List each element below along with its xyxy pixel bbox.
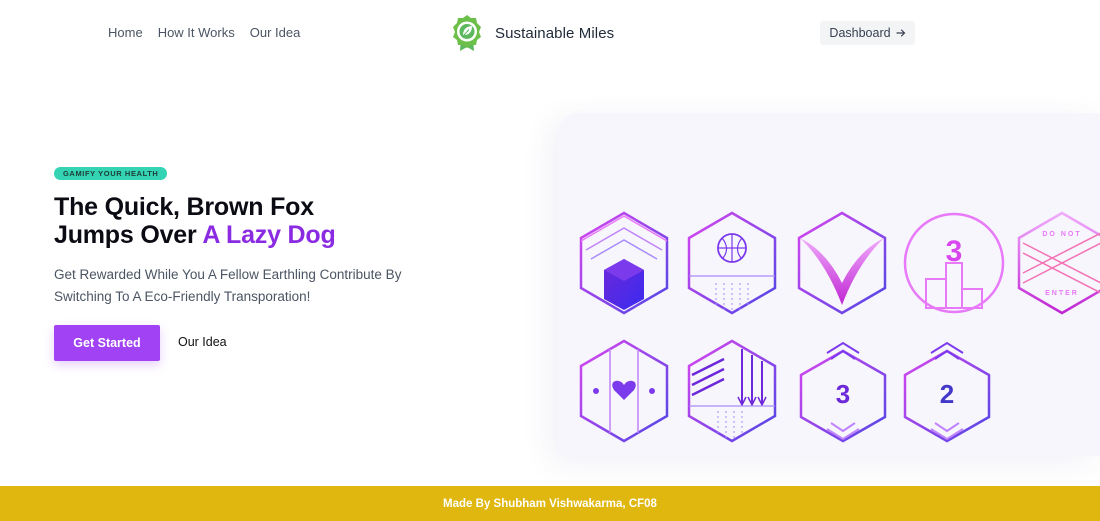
basketball-badge bbox=[687, 211, 777, 315]
get-started-button[interactable]: Get Started bbox=[54, 325, 160, 361]
headline-line-2: Jumps Over bbox=[54, 221, 203, 249]
do-not-enter-badge: DO NOT ENTER bbox=[1017, 211, 1100, 315]
level-3-hex-badge: 3 bbox=[799, 341, 887, 443]
nav-link-our-idea[interactable]: Our Idea bbox=[250, 25, 301, 40]
headline-line-1: The Quick, Brown Fox bbox=[54, 193, 314, 221]
tagline-badge: GAMIFY YOUR HEALTH bbox=[54, 167, 168, 180]
do-not-text: DO NOT bbox=[1042, 231, 1081, 238]
footer-credit: Made By Shubham Vishwakarma, CF08 bbox=[443, 497, 657, 510]
level-2-hex-badge: 2 bbox=[903, 341, 991, 443]
nav-link-how-it-works[interactable]: How It Works bbox=[158, 25, 235, 40]
chevron-badge bbox=[797, 211, 887, 315]
nav-link-home[interactable]: Home bbox=[108, 25, 143, 40]
hero-subtext: Get Rewarded While You A Fellow Earthlin… bbox=[54, 267, 402, 304]
arrows-badge bbox=[687, 339, 777, 443]
heart-badge bbox=[579, 339, 669, 443]
dashboard-label: Dashboard bbox=[829, 26, 891, 40]
enter-text: ENTER bbox=[1045, 290, 1079, 297]
our-idea-button[interactable]: Our Idea bbox=[178, 335, 227, 349]
badge-gallery-art: 3 DO NOT ENTER 3 2 bbox=[579, 211, 1100, 443]
level-3-circle-badge: 3 bbox=[903, 212, 1005, 314]
brand-logo[interactable]: Sustainable Miles bbox=[452, 14, 614, 52]
hero-headline: The Quick, Brown Fox Jumps Over A Lazy D… bbox=[54, 193, 336, 249]
nav-links: Home How It Works Our Idea bbox=[108, 25, 300, 40]
dashboard-button[interactable]: Dashboard bbox=[820, 21, 915, 45]
arrow-right-icon bbox=[895, 29, 905, 37]
top-navigation: Home How It Works Our Idea Sustainable M… bbox=[0, 0, 1100, 66]
badge-gallery: 3 DO NOT ENTER 3 2 bbox=[558, 113, 1100, 456]
cube-badge bbox=[579, 211, 669, 315]
leaf-award-icon bbox=[453, 15, 481, 51]
brand-name: Sustainable Miles bbox=[495, 24, 615, 42]
headline-accent: A Lazy Dog bbox=[202, 221, 336, 249]
hex-2-number: 2 bbox=[940, 379, 954, 409]
hex-3-number: 3 bbox=[836, 379, 850, 409]
footer: Made By Shubham Vishwakarma, CF08 bbox=[0, 486, 1100, 521]
